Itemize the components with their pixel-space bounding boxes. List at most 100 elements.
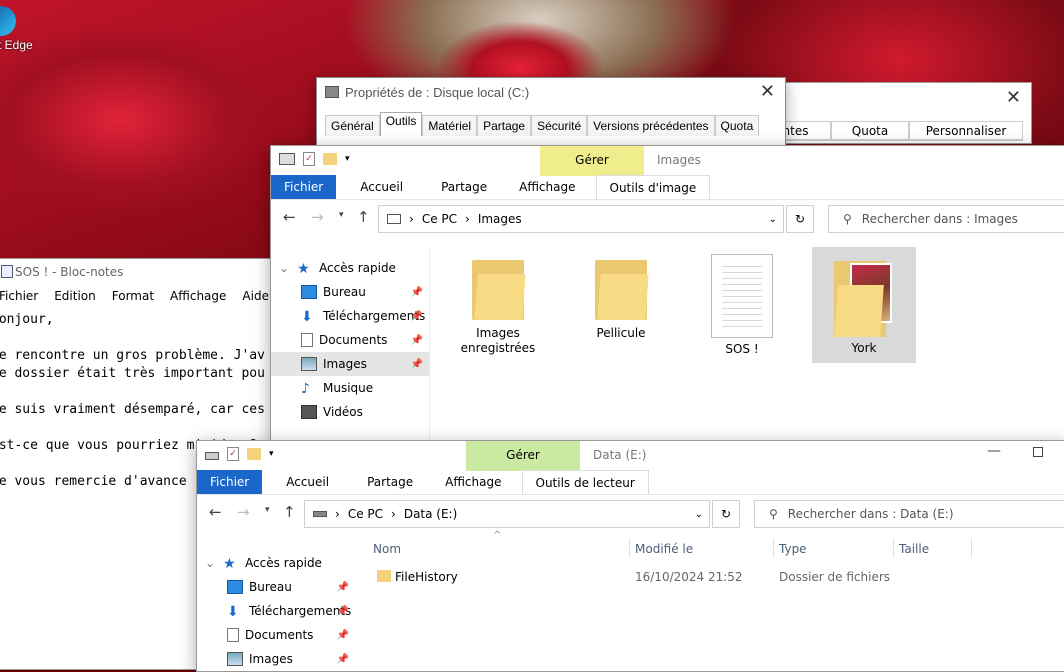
column-header-taille[interactable]: Taille (899, 542, 929, 556)
explorer-data-window: ✓ ▾ Gérer Data (E:) — Fichier Accueil Pa… (196, 440, 1064, 672)
sidebar-item[interactable]: ⬇ Téléchargements 📌 (271, 304, 429, 328)
chevron-down-icon[interactable]: ▾ (345, 154, 350, 164)
breadcrumb-sep: › (465, 212, 470, 226)
tab-accueil[interactable]: Accueil (262, 470, 349, 494)
explorer-images-window: ✓ ▾ Gérer Images Fichier Accueil Partage… (270, 145, 1064, 446)
tab-materiel[interactable]: Matériel (422, 115, 478, 136)
forward-arrow-icon[interactable]: → (237, 503, 250, 521)
refresh-icon: ↻ (720, 507, 732, 521)
minimize-icon[interactable]: — (987, 443, 1001, 459)
up-arrow-icon[interactable]: ↑ (283, 503, 296, 521)
context-tab-label: Gérer (506, 448, 540, 462)
tab-general[interactable]: Général (325, 115, 380, 136)
sidebar-item[interactable]: Documents 📌 (271, 328, 429, 352)
item-label: Pellicule (596, 326, 646, 340)
recent-locations-icon[interactable]: ▾ (339, 210, 344, 220)
back-arrow-icon[interactable]: ← (209, 503, 222, 521)
column-separator[interactable] (773, 538, 774, 558)
pin-icon[interactable]: 📌 (337, 582, 349, 593)
tab-partage[interactable]: Partage (477, 115, 532, 136)
table-row[interactable]: FileHistory 16/10/2024 21:52 Dossier de … (373, 567, 973, 589)
sidebar-item[interactable]: Images 📌 (271, 352, 429, 376)
menu-fichier[interactable]: Fichier (0, 289, 46, 303)
chevron-down-icon[interactable]: ⌄ (769, 214, 777, 225)
breadcrumb-ce-pc[interactable]: Ce PC (422, 212, 457, 226)
properties-icon[interactable]: ✓ (303, 152, 315, 166)
up-arrow-icon[interactable]: ↑ (357, 208, 370, 226)
context-tab-header: Gérer (540, 146, 644, 176)
pin-icon[interactable]: 📌 (337, 630, 349, 641)
new-folder-icon[interactable] (323, 153, 337, 165)
tab-versions[interactable]: Versions précédentes (587, 115, 715, 136)
chevron-down-icon[interactable]: ▾ (269, 449, 274, 459)
sidebar-item[interactable]: Bureau 📌 (197, 575, 355, 599)
column-header-type[interactable]: Type (779, 542, 807, 556)
tab-fichier[interactable]: Fichier (197, 470, 263, 494)
menu-edition[interactable]: Edition (46, 289, 104, 303)
divider (271, 199, 1064, 200)
tab[interactable]: Quota (831, 121, 909, 140)
search-input[interactable]: ⚲ Rechercher dans : Data (E:) (754, 500, 1064, 528)
item-label: York (851, 341, 877, 355)
pin-icon[interactable]: 📌 (337, 606, 349, 617)
folder-item-selected[interactable]: York (812, 247, 916, 363)
maximize-icon[interactable] (1033, 447, 1043, 457)
tab[interactable]: Personnaliser (909, 121, 1023, 140)
pin-icon[interactable]: 📌 (411, 311, 423, 322)
search-input[interactable]: ⚲ Rechercher dans : Images (828, 205, 1064, 233)
breadcrumb-ce-pc[interactable]: Ce PC (348, 507, 383, 521)
sidebar-item[interactable]: ♪ Musique (271, 376, 429, 400)
pin-icon[interactable]: 📌 (411, 287, 423, 298)
breadcrumb-images[interactable]: Images (478, 212, 522, 226)
sidebar-item[interactable]: Vidéos (271, 400, 429, 424)
sidebar-item[interactable]: ⬇ Téléchargements 📌 (197, 599, 355, 623)
address-bar[interactable]: › Ce PC › Data (E:) ⌄ (304, 500, 710, 528)
chevron-down-icon[interactable]: ⌄ (279, 261, 289, 275)
forward-arrow-icon[interactable]: → (311, 208, 324, 226)
pin-icon[interactable]: 📌 (337, 654, 349, 665)
refresh-button[interactable]: ↻ (712, 500, 740, 528)
tab-outils-lecteur[interactable]: Outils de lecteur (521, 470, 649, 494)
pin-icon[interactable]: 📌 (411, 359, 423, 370)
menu-format[interactable]: Format (104, 289, 162, 303)
column-separator[interactable] (971, 538, 972, 558)
breadcrumb-data[interactable]: Data (E:) (404, 507, 457, 521)
sidebar-item[interactable]: Images 📌 (197, 647, 355, 671)
column-separator[interactable] (893, 538, 894, 558)
tab-accueil[interactable]: Accueil (336, 175, 423, 199)
column-header-nom[interactable]: Nom (373, 542, 401, 556)
back-arrow-icon[interactable]: ← (283, 208, 296, 226)
sidebar-item[interactable]: ⌄ ★ Accès rapide (271, 256, 429, 280)
column-separator[interactable] (629, 538, 630, 558)
close-icon[interactable]: ✕ (760, 81, 775, 102)
tab-partage[interactable]: Partage (349, 470, 431, 494)
properties-icon[interactable]: ✓ (227, 447, 239, 461)
desktop-icon-label[interactable]: t Edge (0, 38, 33, 52)
sidebar-item[interactable]: Documents 📌 (197, 623, 355, 647)
tab-securite[interactable]: Sécurité (531, 115, 588, 136)
tab-partage[interactable]: Partage (423, 175, 505, 199)
file-item[interactable]: SOS ! (690, 254, 794, 357)
chevron-down-icon[interactable]: ⌄ (695, 509, 703, 520)
tab-outils[interactable]: Outils (379, 112, 423, 136)
menu-affichage[interactable]: Affichage (162, 289, 234, 303)
address-bar[interactable]: › Ce PC › Images ⌄ (378, 205, 784, 233)
tab-affichage[interactable]: Affichage (505, 175, 595, 199)
close-icon[interactable]: ✕ (1006, 87, 1021, 108)
tab-outils-image[interactable]: Outils d'image (595, 175, 711, 199)
recent-locations-icon[interactable]: ▾ (265, 505, 270, 515)
sidebar-item[interactable]: Bureau 📌 (271, 280, 429, 304)
sidebar-item[interactable]: ⌄ ★ Accès rapide (197, 551, 355, 575)
column-header-modifie[interactable]: Modifié le (635, 542, 693, 556)
tab-quota[interactable]: Quota (714, 115, 760, 136)
tab-fichier[interactable]: Fichier (271, 175, 337, 199)
refresh-button[interactable]: ↻ (786, 205, 814, 233)
tab-affichage[interactable]: Affichage (431, 470, 521, 494)
folder-item[interactable]: Pellicule (569, 256, 673, 341)
new-folder-icon[interactable] (247, 448, 261, 460)
pin-icon[interactable]: 📌 (411, 335, 423, 346)
search-placeholder: Rechercher dans : Data (E:) (787, 507, 954, 521)
search-icon: ⚲ (843, 212, 852, 226)
chevron-down-icon[interactable]: ⌄ (205, 556, 215, 570)
folder-item[interactable]: Images enregistrées (446, 256, 550, 356)
